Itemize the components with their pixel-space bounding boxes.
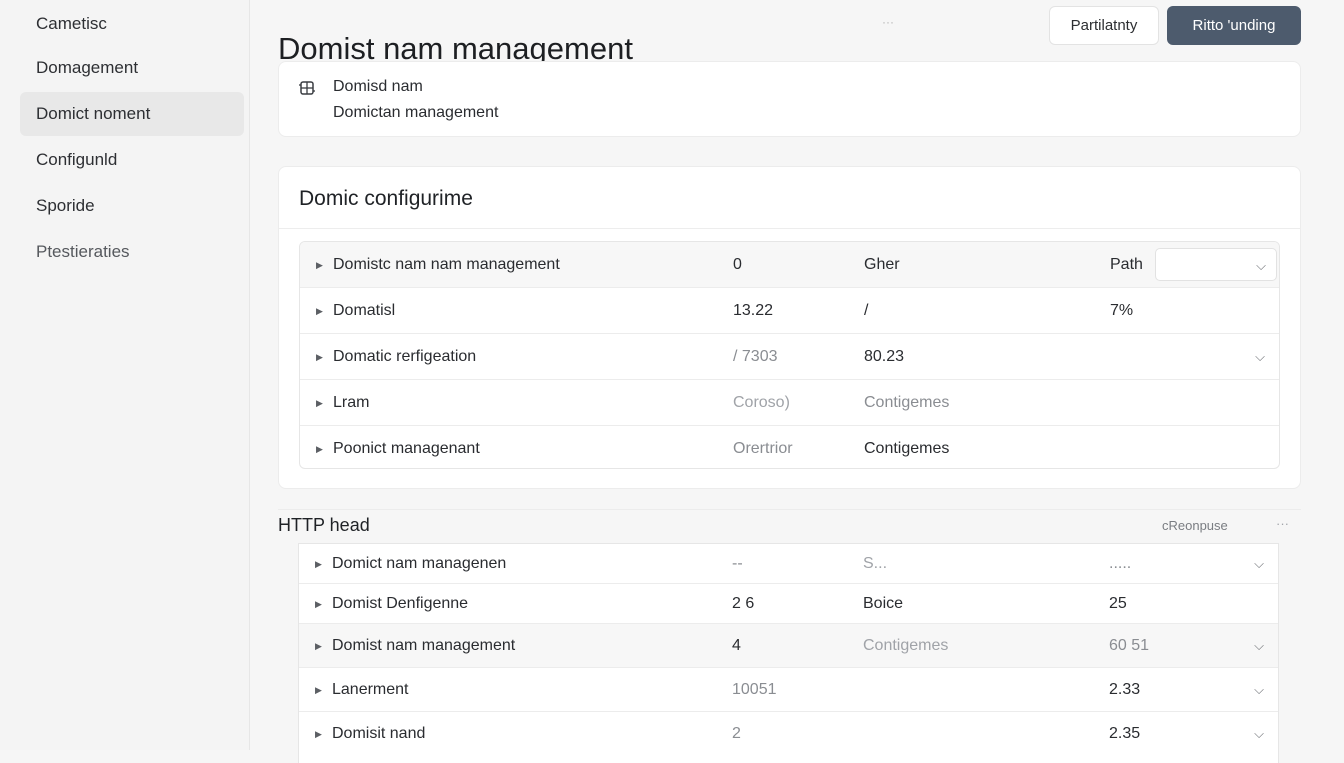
row-name: Lanerment <box>332 681 409 698</box>
table-row[interactable]: ▶ Domatisl 13.22 / 7% <box>300 288 1279 334</box>
row-name: Domatic rerfigeation <box>333 348 477 365</box>
table-row[interactable]: ▶ Domisit nand 2 2.35 ⌵ <box>299 712 1278 756</box>
config-card: Domic configurime ▶ Domistc nam nam mana… <box>278 166 1301 489</box>
row-value: 2.35 <box>1109 725 1141 742</box>
chevron-down-icon[interactable]: ⌵ <box>1254 712 1264 756</box>
row-value: Contigemes <box>863 637 949 654</box>
row-value: 7% <box>1110 302 1134 319</box>
http-header-bar <box>278 509 1301 541</box>
info-title: Domisd nam <box>333 78 423 95</box>
table-row[interactable]: ▶ Domist nam management 4 Contigemes 60 … <box>299 624 1278 668</box>
row-value: 2 <box>732 725 741 742</box>
row-value: 25 <box>1109 595 1127 612</box>
caret-right-icon[interactable]: ▶ <box>316 380 323 426</box>
sidebar-item-domict-noment[interactable]: Domict noment <box>20 92 244 136</box>
config-table: ▶ Domistc nam nam management 0 Gher Path… <box>299 241 1280 469</box>
row-value: 2.33 <box>1109 681 1141 698</box>
caret-right-icon[interactable]: ▶ <box>315 712 322 756</box>
row-value: ..... <box>1109 555 1132 572</box>
table-row[interactable]: ▶ Poonict managenant Orertrior Contigeme… <box>300 426 1279 468</box>
http-table: ▶ Domict nam managenen -- S... ..... ⌵ ▶… <box>298 543 1279 763</box>
row-value: Coroso) <box>733 394 790 411</box>
table-row[interactable]: ▶ Domistc nam nam management 0 Gher Path… <box>300 242 1279 288</box>
table-row[interactable]: ▶ Domict nam managenen -- S... ..... ⌵ <box>299 544 1278 584</box>
caret-right-icon[interactable]: ▶ <box>316 334 323 380</box>
row-value: Contigemes <box>864 440 950 457</box>
row-value: Boice <box>863 595 904 612</box>
config-divider <box>279 228 1300 229</box>
response-link[interactable]: cReonpuse <box>1162 518 1228 533</box>
caret-right-icon[interactable]: ▶ <box>315 624 322 668</box>
row-value: 80.23 <box>864 348 905 365</box>
row-value: / <box>864 302 869 319</box>
sidebar-item-configunld[interactable]: Configunld <box>20 138 244 182</box>
caret-right-icon[interactable]: ▶ <box>316 426 323 468</box>
table-row[interactable]: ▶ Domist Denfigenne 2 6 Boice 25 <box>299 584 1278 624</box>
row-name: Domict nam managenen <box>332 555 507 572</box>
row-value: Contigemes <box>864 394 950 411</box>
path-select[interactable]: ⌵ <box>1155 248 1277 281</box>
chevron-down-icon: ⌵ <box>1256 258 1266 273</box>
row-value: 4 <box>732 637 741 654</box>
path-label: Path <box>1110 256 1143 273</box>
row-name: Domatisl <box>333 302 396 319</box>
table-row[interactable]: ▶ Lram Coroso) Contigemes <box>300 380 1279 426</box>
row-value: 2 6 <box>732 595 755 612</box>
primary-action-button[interactable]: Ritto 'unding <box>1167 6 1301 45</box>
sidebar-item-ptestieraties[interactable]: Ptestieraties <box>20 230 244 274</box>
row-name: Domisit nand <box>332 725 426 742</box>
row-value: / 7303 <box>733 348 778 365</box>
row-value: S... <box>863 555 888 572</box>
row-value: 10051 <box>732 681 777 698</box>
title-dots: ··· <box>882 15 894 29</box>
row-name: Lram <box>333 394 370 411</box>
partilatnty-button[interactable]: Partilatnty <box>1049 6 1159 45</box>
row-name: Domist nam management <box>332 637 516 654</box>
http-section-title: HTTP head <box>278 515 370 535</box>
caret-right-icon[interactable]: ▶ <box>315 668 322 712</box>
config-section-title: Domic configurime <box>299 187 473 210</box>
sidebar: Cametisc Domagement Domict noment Config… <box>0 0 250 750</box>
row-name: Poonict managenant <box>333 440 480 457</box>
row-value: Orertrior <box>733 440 793 457</box>
more-icon[interactable]: ··· <box>1276 516 1289 531</box>
info-subtitle: Domictan management <box>333 104 499 121</box>
sidebar-item-sporide[interactable]: Sporide <box>20 184 244 228</box>
sidebar-item-domagement[interactable]: Domagement <box>20 46 244 90</box>
caret-right-icon[interactable]: ▶ <box>315 584 322 624</box>
row-value: 60 51 <box>1109 637 1150 654</box>
caret-right-icon[interactable]: ▶ <box>316 242 323 288</box>
caret-right-icon[interactable]: ▶ <box>315 544 322 584</box>
row-name: Domistc nam nam management <box>333 256 560 273</box>
domain-icon <box>299 81 315 95</box>
chevron-down-icon[interactable]: ⌵ <box>1255 334 1265 380</box>
row-name: Domist Denfigenne <box>332 595 469 612</box>
row-value: 13.22 <box>733 302 774 319</box>
chevron-down-icon[interactable]: ⌵ <box>1254 624 1264 668</box>
row-value: -- <box>732 555 743 572</box>
row-value: 0 <box>733 256 742 273</box>
chevron-down-icon[interactable]: ⌵ <box>1254 544 1264 584</box>
info-card: Domisd nam Domictan management <box>278 61 1301 137</box>
chevron-down-icon[interactable]: ⌵ <box>1254 668 1264 712</box>
table-row[interactable]: ▶ Domatic rerfigeation / 7303 80.23 ⌵ <box>300 334 1279 380</box>
table-row[interactable]: ▶ Lanerment 10051 2.33 ⌵ <box>299 668 1278 712</box>
row-value: Gher <box>864 256 900 273</box>
sidebar-item-cametisc[interactable]: Cametisc <box>20 2 244 46</box>
caret-right-icon[interactable]: ▶ <box>316 288 323 334</box>
